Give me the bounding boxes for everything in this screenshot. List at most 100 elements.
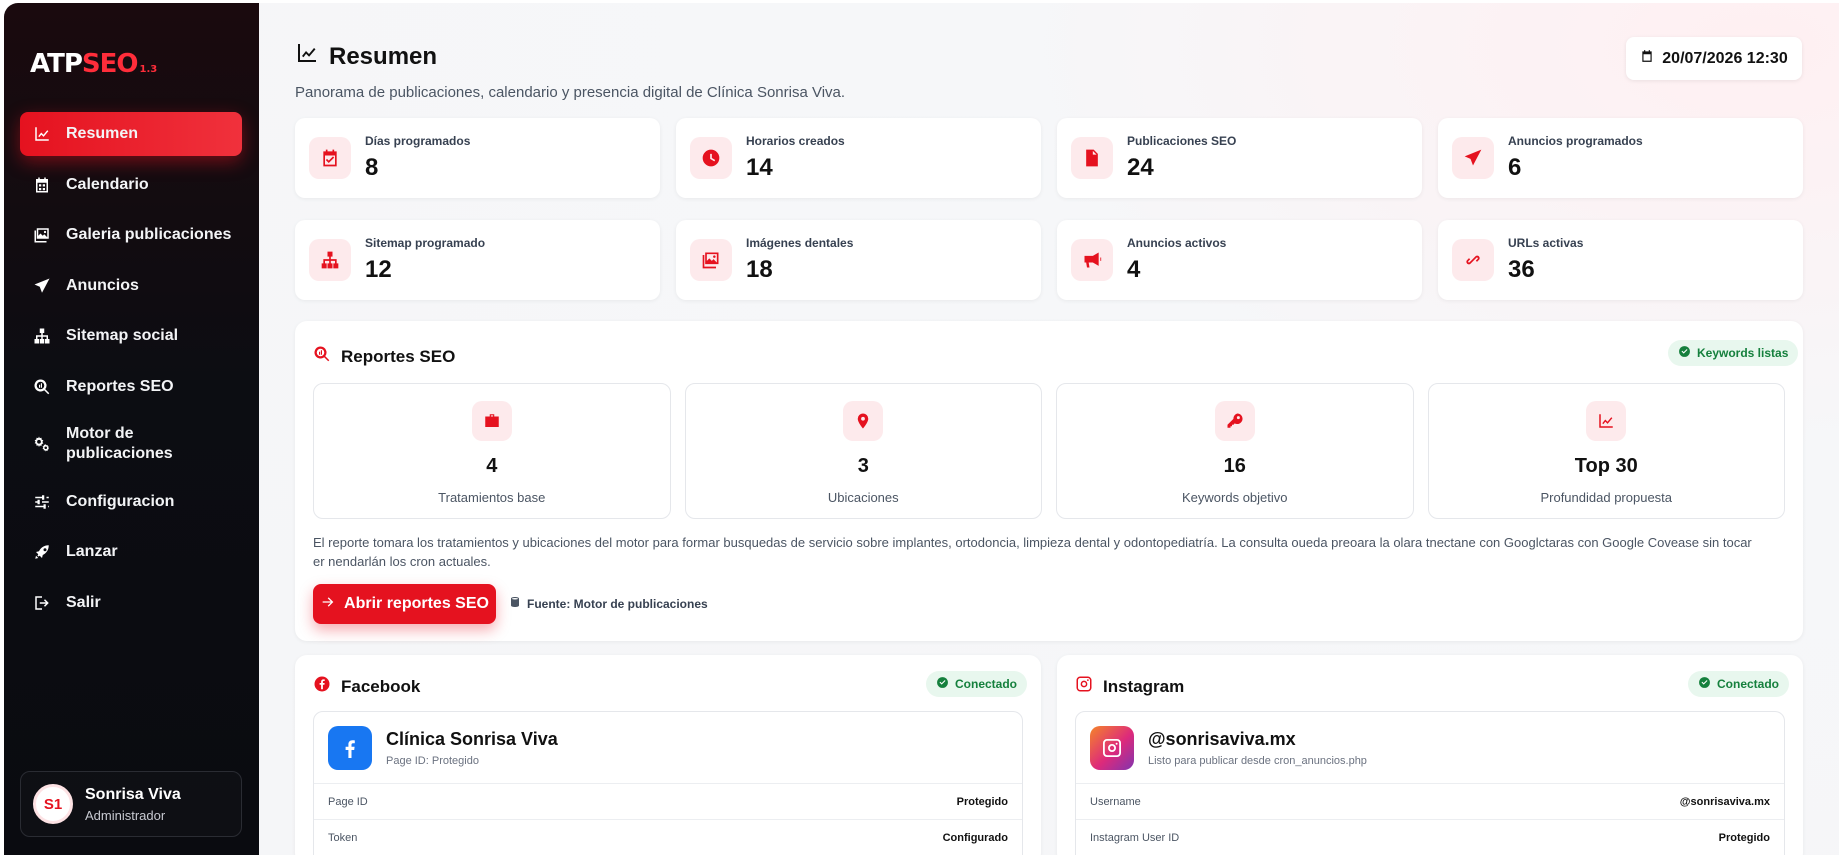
metric-label: Keywords objetivo — [1182, 490, 1288, 505]
instagram-account-name: @sonrisaviva.mx — [1148, 728, 1296, 749]
metric-label: Ubicaciones — [827, 490, 899, 505]
metric-value: 16 — [1223, 455, 1246, 477]
rocket-icon — [33, 543, 51, 561]
sidebar-item-galeria[interactable]: Galeria publicaciones — [20, 213, 242, 257]
stat-value: 36 — [1508, 256, 1535, 283]
stat-label: Sitemap programado — [365, 236, 486, 250]
page-title-text: Resumen — [329, 42, 438, 70]
open-seo-reports-button[interactable]: Abrir reportes SEO — [313, 584, 496, 624]
sidebar-item-sitemap[interactable]: Sitemap social — [20, 314, 242, 358]
datetime-text: 20/07/2026 12:30 — [1662, 49, 1788, 67]
seo-panel-title-text: Reportes SEO — [341, 346, 456, 366]
sidebar-item-resumen[interactable]: Resumen — [20, 112, 242, 156]
stat-label: Horarios creados — [746, 134, 845, 148]
briefcase-icon — [471, 401, 512, 441]
check-circle-icon — [1698, 676, 1717, 692]
arrow-right-icon — [320, 594, 344, 615]
stat-label: Imágenes dentales — [746, 236, 854, 250]
user-card[interactable]: S1 Sonrisa Viva Administrador — [20, 771, 242, 837]
app-window: ATPSEO 1.3 Resumen Calendario Galeria pub… — [4, 3, 1839, 855]
link-icon — [1452, 239, 1494, 281]
search-chart-icon — [313, 345, 341, 368]
stat-value: 24 — [1127, 154, 1154, 181]
instagram-account-sub: Listo para publicar desde cron_anuncios.… — [1148, 754, 1367, 767]
seo-metrics: 4 Tratamientos base 3 Ubicaciones 16 Key… — [313, 383, 1785, 519]
stat-card: Publicaciones SEO 24 — [1057, 118, 1422, 198]
instagram-panel: Instagram Conectado @sonrisaviva.mx List… — [1057, 655, 1803, 855]
chart-line-icon — [33, 125, 51, 143]
sidebar-item-label: Galeria publicaciones — [66, 226, 232, 243]
instagram-title-text: Instagram — [1103, 676, 1185, 696]
facebook-account-name: Clínica Sonrisa Viva — [386, 728, 558, 749]
images-icon — [690, 239, 732, 281]
sidebar-item-label: Salir — [66, 593, 101, 611]
sidebar-item-salir[interactable]: Salir — [20, 581, 242, 625]
instagram-status-badge: Conectado — [1688, 671, 1790, 697]
calendar-icon — [1640, 49, 1662, 68]
page-subtitle: Panorama de publicaciones, calendario y … — [295, 84, 846, 101]
calendar-icon — [33, 176, 51, 194]
paper-plane-icon — [33, 277, 51, 295]
row-value: Configurado — [942, 831, 1008, 844]
sidebar-item-reportes[interactable]: Reportes SEO — [20, 365, 242, 409]
search-chart-icon — [33, 378, 51, 396]
page-header: Resumen Panorama de publicaciones, calen… — [295, 41, 846, 102]
sidebar-item-anuncios[interactable]: Anuncios — [20, 264, 242, 308]
facebook-panel-title: Facebook — [313, 675, 420, 698]
row-key: Instagram User ID — [1090, 831, 1180, 844]
seo-description: El reporte tomara los tratamientos y ubi… — [313, 535, 1752, 569]
metric-card: 4 Tratamientos base — [313, 383, 671, 519]
datetime-chip: 20/07/2026 12:30 — [1626, 37, 1802, 80]
sidebar-item-calendario[interactable]: Calendario — [20, 163, 242, 207]
stat-label: Anuncios activos — [1127, 236, 1227, 250]
row-value: @sonrisaviva.mx — [1679, 795, 1770, 808]
stat-label: Anuncios programados — [1508, 134, 1643, 148]
facebook-title-text: Facebook — [341, 676, 421, 696]
instagram-account-header: @sonrisaviva.mx Listo para publicar desd… — [1076, 712, 1784, 784]
source-note: Fuente: Motor de publicaciones — [509, 596, 708, 611]
location-pin-icon — [843, 401, 884, 441]
sidebar-item-motor[interactable]: Motor de publicaciones — [20, 415, 242, 473]
key-icon — [1214, 401, 1255, 441]
instagram-panel-title: Instagram — [1075, 675, 1184, 698]
calendar-check-icon — [309, 137, 351, 179]
stat-card: Días programados 8 — [295, 118, 660, 198]
metric-card: 3 Ubicaciones — [684, 383, 1042, 519]
instagram-icon — [1075, 675, 1103, 698]
stat-value: 12 — [365, 256, 392, 283]
user-role: Administrador — [85, 807, 166, 823]
avatar: S1 — [33, 784, 73, 824]
stat-value: 18 — [746, 256, 773, 283]
row-key: Page ID — [328, 795, 368, 808]
facebook-panel: Facebook Conectado Clínica Sonrisa Viva … — [295, 655, 1041, 855]
sitemap-icon — [309, 239, 351, 281]
database-icon — [509, 596, 527, 611]
brand-logo[interactable]: ATPSEO 1.3 — [30, 49, 157, 79]
row-key: Username — [1090, 795, 1141, 808]
facebook-status-badge: Conectado — [926, 671, 1028, 697]
gears-icon — [33, 435, 51, 453]
facebook-account-header: Clínica Sonrisa Viva Page ID: Protegido — [314, 712, 1022, 784]
clock-icon — [690, 137, 732, 179]
brand-atp: ATP — [30, 49, 83, 79]
paper-plane-icon — [1452, 137, 1494, 179]
sidebar-item-lanzar[interactable]: Lanzar — [20, 530, 242, 574]
row-value: Protegido — [1718, 831, 1770, 844]
metric-value: Top 30 — [1574, 455, 1638, 477]
row-value: Protegido — [956, 795, 1008, 808]
metric-value: 3 — [857, 455, 869, 477]
stat-card: Horarios creados 14 — [676, 118, 1041, 198]
facebook-icon — [313, 675, 341, 698]
sidebar-item-label: Anuncios — [66, 276, 139, 294]
sliders-icon — [33, 493, 51, 511]
cta-label: Abrir reportes SEO — [344, 595, 489, 612]
sidebar-item-configuracion[interactable]: Configuracion — [20, 480, 242, 524]
table-row: Page ID Protegido — [314, 784, 1022, 820]
sidebar-item-label: Calendario — [66, 175, 149, 193]
sidebar-item-label: Resumen — [66, 125, 139, 142]
user-name: Sonrisa Viva — [85, 785, 181, 803]
instagram-status-text: Conectado — [1717, 677, 1780, 691]
source-text: Fuente: Motor de publicaciones — [527, 596, 708, 611]
stat-label: Publicaciones SEO — [1127, 134, 1237, 148]
document-icon — [1071, 137, 1113, 179]
